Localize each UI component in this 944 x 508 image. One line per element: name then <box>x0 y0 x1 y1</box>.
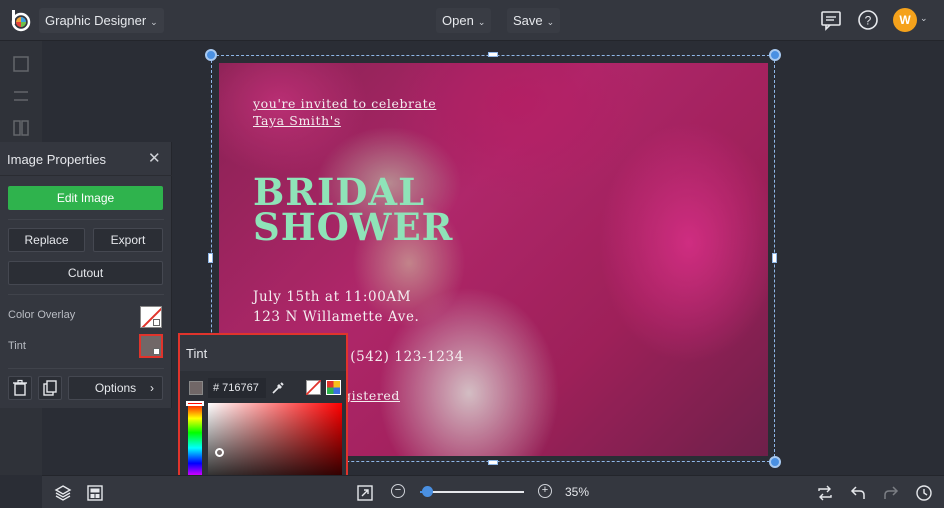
cutout-button[interactable]: Cutout <box>8 261 163 285</box>
export-button[interactable]: Export <box>93 228 163 252</box>
no-color-icon[interactable] <box>306 380 321 395</box>
history-icon[interactable] <box>915 484 933 502</box>
panel-title: Image Properties <box>7 152 106 167</box>
zoom-out-button[interactable]: − <box>391 484 405 498</box>
tint-swatch[interactable] <box>139 334 163 358</box>
zoom-slider-handle[interactable] <box>422 486 433 497</box>
workspace-label: Graphic Designer <box>45 13 147 28</box>
image-tool-icon[interactable] <box>12 55 30 73</box>
popup-title: Tint <box>186 346 208 361</box>
adjust-tool-icon[interactable] <box>12 87 30 105</box>
undo-icon[interactable] <box>849 484 867 502</box>
user-avatar[interactable]: W <box>893 8 917 32</box>
dropdown-corner-icon <box>153 348 160 355</box>
color-picker-cursor[interactable] <box>215 448 224 457</box>
open-label: Open <box>442 13 474 28</box>
replace-button[interactable]: Replace <box>8 228 85 252</box>
popup-header: Tint <box>180 335 346 371</box>
workspace-dropdown[interactable]: Graphic Designer ⌄ <box>39 8 164 33</box>
fit-to-screen-icon[interactable] <box>356 484 374 502</box>
divider <box>8 368 164 369</box>
options-button[interactable]: Options › <box>68 376 163 400</box>
close-icon[interactable]: ✕ <box>148 149 161 167</box>
befunky-logo-icon[interactable] <box>8 8 32 32</box>
zoom-in-button[interactable]: + <box>538 484 552 498</box>
color-overlay-label: Color Overlay <box>8 309 76 321</box>
resize-handle-right[interactable] <box>772 253 777 263</box>
resize-handle-bottom[interactable] <box>488 460 498 465</box>
chevron-down-icon: ⌄ <box>150 17 158 27</box>
save-dropdown[interactable]: Save ⌄ <box>507 8 561 33</box>
image-properties-panel: Image Properties ✕ Edit Image Replace Ex… <box>0 142 172 408</box>
hex-input[interactable]: # 716767 <box>208 378 266 398</box>
delete-button[interactable] <box>8 376 32 400</box>
open-dropdown[interactable]: Open ⌄ <box>436 8 492 33</box>
options-label: Options <box>94 381 137 395</box>
chevron-down-icon: ⌄ <box>546 17 555 27</box>
divider <box>8 219 164 220</box>
edit-image-button[interactable]: Edit Image <box>8 186 163 210</box>
svg-text:?: ? <box>865 14 872 28</box>
resize-handle-top-right[interactable] <box>769 49 781 61</box>
template-icon[interactable] <box>86 484 104 502</box>
resize-handle-left[interactable] <box>208 253 213 263</box>
chevron-down-icon[interactable]: ⌄ <box>920 13 928 24</box>
resize-handle-top[interactable] <box>488 52 498 57</box>
dropdown-corner-icon <box>153 319 160 326</box>
current-color-swatch <box>189 381 203 395</box>
divider <box>8 294 164 295</box>
replace-image-icon[interactable] <box>816 484 834 502</box>
layers-icon[interactable] <box>54 484 72 502</box>
duplicate-button[interactable] <box>38 376 62 400</box>
color-palette-icon[interactable] <box>326 380 341 395</box>
redo-icon[interactable] <box>882 484 900 502</box>
eyedropper-icon[interactable] <box>270 380 286 396</box>
color-overlay-swatch[interactable] <box>140 306 162 328</box>
duplicate-icon <box>43 380 57 396</box>
top-toolbar: Graphic Designer ⌄ Open ⌄ Save ⌄ ? W ⌄ <box>0 0 944 41</box>
resize-handle-top-left[interactable] <box>205 49 217 61</box>
tint-label: Tint <box>8 340 26 352</box>
hue-slider-handle[interactable] <box>186 401 204 406</box>
save-label: Save <box>513 13 543 28</box>
zoom-percent: 35% <box>565 485 590 499</box>
chevron-right-icon: › <box>150 381 154 395</box>
trash-icon <box>13 379 27 396</box>
panel-header: Image Properties ✕ <box>0 142 172 176</box>
chevron-down-icon: ⌄ <box>477 17 486 27</box>
resize-handle-bottom-right[interactable] <box>769 456 781 468</box>
layout-tool-icon[interactable] <box>12 119 30 137</box>
zoom-slider-track[interactable] <box>420 491 524 493</box>
comments-icon[interactable] <box>820 9 842 31</box>
help-icon[interactable]: ? <box>857 9 879 31</box>
